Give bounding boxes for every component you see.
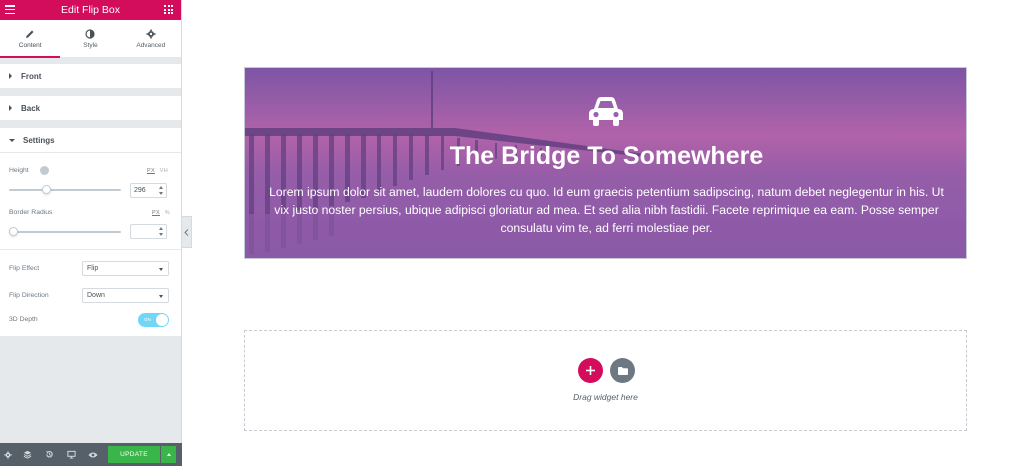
section-settings[interactable]: Settings: [0, 128, 181, 152]
contrast-icon: [85, 28, 96, 40]
height-units: PX VH: [147, 168, 168, 174]
flip-effect-value: Flip: [87, 265, 99, 272]
flip-box-title: The Bridge To Somewhere: [449, 142, 764, 170]
panel-footer: UPDATE: [0, 443, 182, 466]
collapse-panel-toggle[interactable]: [182, 216, 192, 248]
height-slider-track[interactable]: [9, 189, 121, 191]
3d-depth-toggle[interactable]: ON: [138, 313, 169, 327]
settings-body: Height PX VH 296 Border Radius PX % Flip…: [0, 153, 181, 336]
history-icon[interactable]: [38, 443, 60, 466]
menu-icon[interactable]: [5, 5, 15, 14]
section-back[interactable]: Back: [0, 96, 181, 120]
settings-icon[interactable]: [0, 443, 16, 466]
tab-content[interactable]: Content: [0, 20, 61, 58]
car-icon: [589, 97, 623, 126]
editor-panel: Edit Flip Box Content Style Advanced Fro: [0, 0, 182, 466]
tab-advanced[interactable]: Advanced: [121, 20, 181, 57]
section-front-label: Front: [21, 71, 42, 81]
stepper-icon[interactable]: [158, 186, 164, 195]
drag-widget-hint: Drag widget here: [573, 392, 638, 402]
caret-right-icon: [9, 105, 12, 111]
folder-icon: [617, 366, 628, 375]
gear-icon: [146, 28, 156, 40]
section-front[interactable]: Front: [0, 64, 181, 88]
section-back-label: Back: [21, 103, 41, 113]
height-value: 296: [134, 187, 146, 194]
caret-right-icon: [9, 73, 12, 79]
border-radius-slider-track[interactable]: [9, 231, 121, 233]
unit-percent[interactable]: %: [165, 210, 170, 216]
panel-tabs: Content Style Advanced: [0, 20, 181, 58]
update-options-button[interactable]: [161, 446, 176, 463]
add-template-button[interactable]: [610, 358, 635, 383]
tab-content-label: Content: [18, 42, 42, 49]
chevron-left-icon: [184, 228, 189, 236]
unit-px[interactable]: PX: [152, 210, 160, 216]
flip-direction-label: Flip Direction: [9, 292, 49, 299]
flip-effect-select[interactable]: Flip: [82, 261, 169, 276]
border-radius-slider-handle[interactable]: [8, 227, 18, 236]
layers-icon[interactable]: [16, 443, 38, 466]
tab-style[interactable]: Style: [60, 20, 120, 57]
responsive-device-icon[interactable]: [40, 166, 49, 175]
flip-direction-select[interactable]: Down: [82, 288, 169, 303]
panel-header: Edit Flip Box: [0, 0, 181, 20]
flip-box-widget[interactable]: The Bridge To Somewhere Lorem ipsum dolo…: [244, 67, 967, 259]
caret-up-icon: [166, 453, 171, 456]
tab-advanced-label: Advanced: [136, 42, 166, 49]
unit-px[interactable]: PX: [147, 168, 155, 174]
flip-direction-value: Down: [87, 292, 105, 299]
chevron-down-icon: [159, 295, 163, 298]
unit-vh[interactable]: VH: [160, 168, 168, 174]
stepper-icon[interactable]: [158, 227, 164, 236]
update-button[interactable]: UPDATE: [108, 446, 160, 463]
chevron-down-icon: [159, 268, 163, 271]
toggle-state-label: ON: [144, 317, 151, 322]
height-input[interactable]: 296: [130, 183, 167, 198]
height-slider-handle[interactable]: [42, 185, 52, 194]
toggle-knob: [156, 314, 168, 326]
divider: [0, 249, 181, 250]
tab-style-label: Style: [83, 42, 98, 49]
border-radius-units: PX %: [152, 210, 170, 216]
preview-icon[interactable]: [82, 443, 104, 466]
section-settings-label: Settings: [23, 135, 55, 145]
plus-icon: [586, 366, 595, 375]
border-radius-input[interactable]: [130, 224, 167, 239]
responsive-icon[interactable]: [60, 443, 82, 466]
empty-section-dropzone[interactable]: Drag widget here: [244, 330, 967, 431]
caret-down-icon: [9, 138, 15, 142]
panel-title: Edit Flip Box: [61, 4, 120, 16]
3d-depth-label: 3D Depth: [9, 316, 38, 323]
widgets-grid-icon[interactable]: [164, 5, 173, 14]
flip-effect-label: Flip Effect: [9, 265, 40, 272]
border-radius-label: Border Radius: [9, 209, 53, 216]
flip-box-description: Lorem ipsum dolor sit amet, laudem dolor…: [269, 185, 944, 235]
pencil-icon: [25, 28, 35, 40]
add-section-button[interactable]: [578, 358, 603, 383]
height-label: Height: [9, 167, 29, 174]
